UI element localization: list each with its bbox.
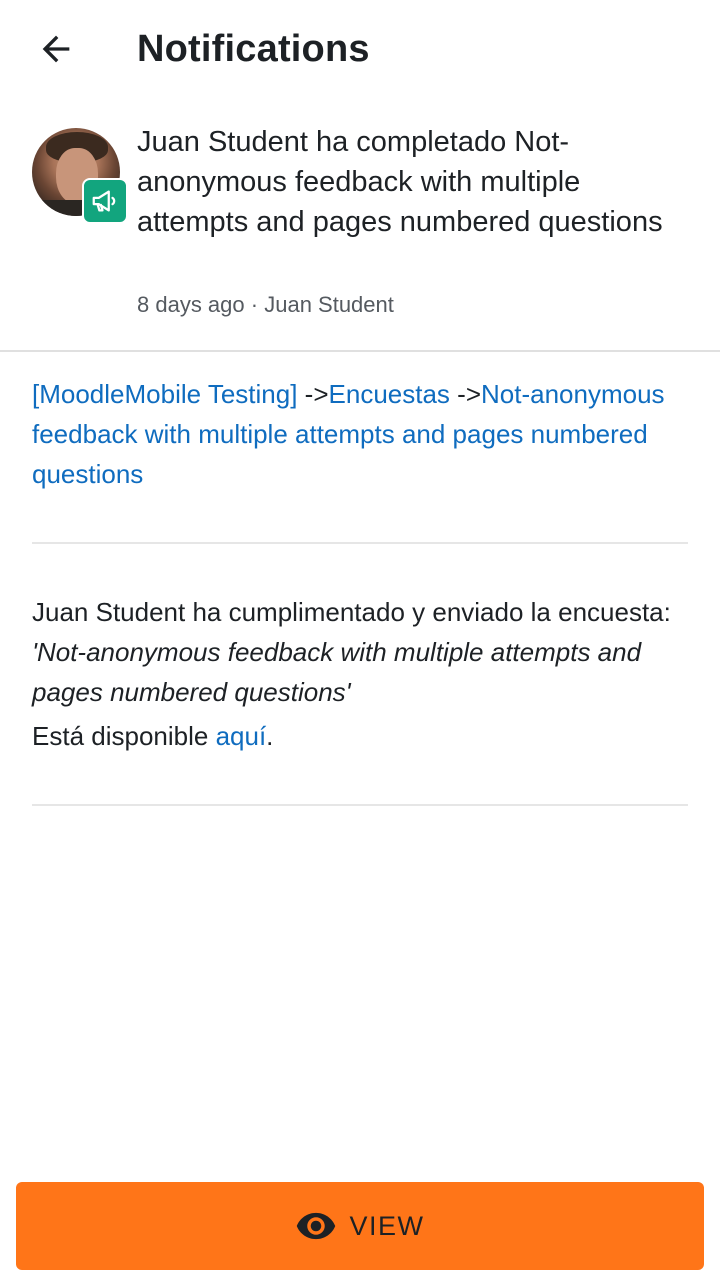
arrow-left-icon bbox=[42, 35, 70, 63]
notification-title: Juan Student ha completado Not-anonymous… bbox=[137, 126, 663, 238]
page-title: Notifications bbox=[137, 28, 370, 70]
megaphone-icon bbox=[92, 190, 116, 212]
meta-separator: · bbox=[250, 292, 259, 317]
notification-author: Juan Student bbox=[264, 292, 394, 317]
message-intro: Juan Student ha cumplimentado y enviado … bbox=[32, 597, 671, 627]
divider bbox=[32, 542, 688, 544]
here-link[interactable]: aquí bbox=[216, 721, 267, 751]
notification-meta: 8 days ago · Juan Student bbox=[137, 290, 394, 320]
notification-summary: Juan Student ha completado Not-anonymous… bbox=[0, 98, 720, 352]
availability-suffix: . bbox=[266, 721, 274, 751]
view-button[interactable]: VIEW bbox=[16, 1182, 704, 1270]
breadcrumb-arrow: -> bbox=[297, 379, 329, 409]
eye-icon bbox=[297, 1212, 336, 1240]
app-header: Notifications bbox=[0, 0, 720, 98]
view-button-label: VIEW bbox=[349, 1210, 425, 1241]
notification-message: Juan Student ha cumplimentado y enviado … bbox=[32, 592, 688, 712]
course-link[interactable]: [MoodleMobile Testing] bbox=[32, 379, 297, 409]
availability-line: Está disponible aquí. bbox=[32, 716, 273, 756]
message-activity-title: 'Not-anonymous feedback with multiple at… bbox=[32, 637, 642, 707]
availability-prefix: Está disponible bbox=[32, 721, 216, 751]
back-button[interactable] bbox=[26, 22, 86, 76]
breadcrumb: [MoodleMobile Testing] ->Encuestas ->Not… bbox=[32, 374, 688, 494]
feedback-module-badge bbox=[82, 178, 128, 224]
notification-time: 8 days ago bbox=[137, 292, 245, 317]
breadcrumb-arrow: -> bbox=[449, 379, 482, 409]
section-link[interactable]: Encuestas bbox=[329, 379, 450, 409]
divider bbox=[32, 804, 688, 806]
